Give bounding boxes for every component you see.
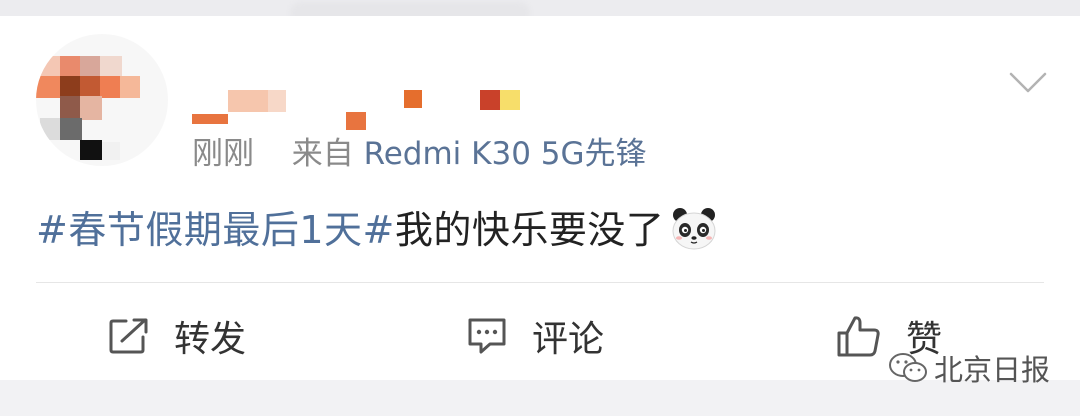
- repost-button[interactable]: 转发: [108, 306, 246, 366]
- post-meta: 刚刚 来自 Redmi K30 5G先锋: [192, 134, 647, 174]
- repost-label: 转发: [174, 319, 247, 360]
- topic-hashtag[interactable]: #春节假期最后1天#: [36, 208, 395, 252]
- chevron-down-icon[interactable]: [1008, 70, 1048, 96]
- comment-icon: [468, 318, 506, 354]
- post-time: 刚刚: [192, 136, 254, 172]
- watermark: 北京日报: [888, 344, 1050, 392]
- weibo-post-card: 刚刚 来自 Redmi K30 5G先锋 #春节假期最后1天#我的快乐要没了 转…: [0, 16, 1080, 380]
- wechat-icon: [889, 353, 927, 382]
- panda-emoji-icon: [670, 205, 718, 253]
- thumbs-up-icon: [837, 316, 880, 357]
- divider: [36, 282, 1044, 283]
- watermark-label: 北京日报: [934, 353, 1051, 387]
- avatar[interactable]: [36, 34, 168, 166]
- share-icon: [109, 318, 148, 354]
- post-text: 我的快乐要没了: [394, 208, 665, 252]
- username-redacted[interactable]: [188, 88, 548, 130]
- source-prefix: 来自: [291, 136, 354, 172]
- comment-label: 评论: [532, 319, 605, 360]
- post-content: #春节假期最后1天#我的快乐要没了: [36, 202, 718, 258]
- top-strip: [0, 0, 1080, 24]
- post-source[interactable]: Redmi K30 5G先锋: [364, 136, 647, 172]
- comment-button[interactable]: 评论: [466, 306, 604, 366]
